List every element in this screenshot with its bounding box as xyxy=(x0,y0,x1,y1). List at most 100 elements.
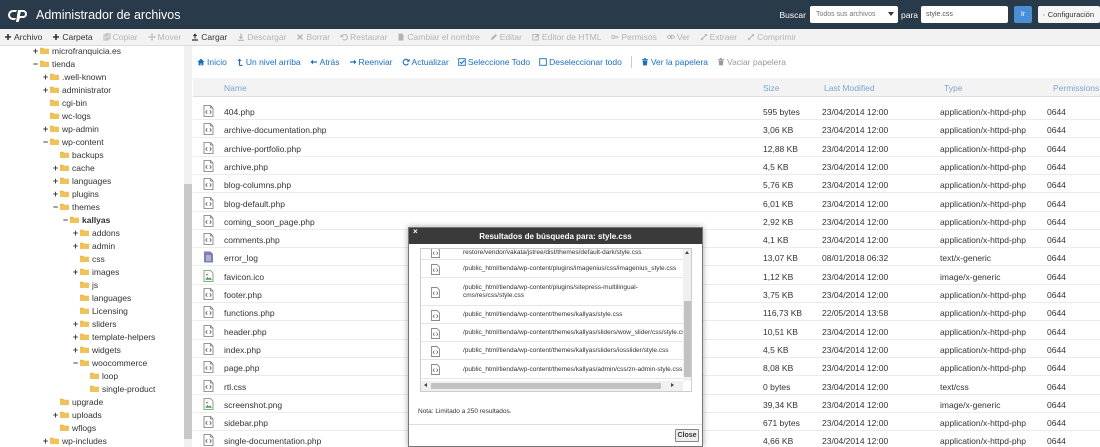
file-row[interactable]: blog-default.php 6,01 KB 23/04/2014 12:00 a… xyxy=(193,194,1100,212)
nav-atras-button[interactable]: Atrás xyxy=(310,57,340,67)
tree-toggle[interactable]: + xyxy=(72,332,79,342)
search-input[interactable] xyxy=(921,6,1008,23)
tree-item-sliders[interactable]: + sliders xyxy=(72,317,117,330)
file-row[interactable]: blog-columns.php 5,76 KB 23/04/2014 12:00 a… xyxy=(193,175,1100,194)
tree-item-tienda[interactable]: − tienda xyxy=(32,57,75,70)
settings-button[interactable]: Configuración xyxy=(1038,6,1100,23)
search-result-item[interactable]: /public_html/tienda/wp-content/plugins/s… xyxy=(421,278,683,306)
toolbar-comprimir-button[interactable]: Comprimir xyxy=(747,32,796,42)
toolbar-editar-button[interactable]: Editar xyxy=(490,32,522,42)
tree-item-wflogs[interactable]: wflogs xyxy=(52,421,96,434)
tree-toggle[interactable]: + xyxy=(52,176,59,186)
tree-toggle[interactable]: − xyxy=(62,215,69,225)
tree-item-wp-content[interactable]: − wp-content xyxy=(42,135,104,148)
toolbar-copiar-button[interactable]: Copiar xyxy=(103,32,138,42)
tree-toggle[interactable]: − xyxy=(72,358,79,368)
toolbar-restaurar-button[interactable]: Restaurar xyxy=(340,32,387,42)
toolbar-editor-de-html-button[interactable]: Editor de HTML xyxy=(532,32,601,42)
tree-toggle[interactable]: + xyxy=(32,46,39,56)
toolbar-carpeta-button[interactable]: Carpeta xyxy=(52,32,93,42)
scroll-left-icon[interactable] xyxy=(424,383,427,387)
tree-toggle[interactable]: + xyxy=(72,319,79,329)
column-name[interactable]: Name xyxy=(224,83,247,93)
tree-item-themes[interactable]: − themes xyxy=(52,200,100,213)
search-result-item[interactable]: restore/vendor/vakata/jstree/dist/themes… xyxy=(421,249,683,260)
nav-actualizar-button[interactable]: Actualizar xyxy=(402,57,449,67)
close-button[interactable]: Close xyxy=(675,429,699,442)
scroll-up-icon[interactable] xyxy=(685,251,689,254)
tree-item-cgi-bin[interactable]: cgi-bin xyxy=(42,96,87,109)
tree-item-js[interactable]: js xyxy=(72,278,98,291)
results-horizontal-scrollbar[interactable] xyxy=(421,381,683,391)
tree-item-upgrade[interactable]: upgrade xyxy=(52,395,103,408)
tree-item-languages[interactable]: + languages xyxy=(52,174,111,187)
toolbar-mover-button[interactable]: Mover xyxy=(148,32,181,42)
scroll-right-icon[interactable] xyxy=(671,383,674,387)
search-result-item[interactable]: /public_html/tienda/wp-content/plugins/i… xyxy=(421,260,683,278)
tree-toggle[interactable]: + xyxy=(42,72,49,82)
tree-toggle[interactable]: + xyxy=(42,124,49,134)
file-row[interactable]: 404.php 595 bytes 23/04/2014 12:00 applicat… xyxy=(193,102,1100,120)
column-type[interactable]: Type xyxy=(944,83,962,93)
nav-reenviar-button[interactable]: Reenviar xyxy=(349,57,393,67)
tree-item-backups[interactable]: backups xyxy=(52,148,104,161)
tree-item-administrator[interactable]: + administrator xyxy=(42,83,111,96)
file-row[interactable]: archive-documentation.php 3,06 KB 23/04/20… xyxy=(193,120,1100,139)
nav-ver-la-papelera-button[interactable]: Ver la papelera xyxy=(641,57,708,67)
tree-item-css[interactable]: css xyxy=(72,252,105,265)
tree-item-single-product[interactable]: single-product xyxy=(82,382,155,395)
nav-inicio-button[interactable]: Inicio xyxy=(197,57,227,67)
tree-toggle[interactable]: + xyxy=(42,436,49,446)
file-row[interactable]: archive-portfolio.php 12,88 KB 23/04/2014 … xyxy=(193,139,1100,157)
close-icon[interactable]: × xyxy=(413,228,418,236)
toolbar-ver-button[interactable]: Ver xyxy=(666,32,690,42)
search-result-item[interactable]: /public_html/tienda/wp-content/themes/ka… xyxy=(421,324,683,342)
results-vertical-scrollbar[interactable] xyxy=(683,249,691,381)
column-last-modified[interactable]: Last Modified xyxy=(824,83,875,93)
search-scope-select[interactable]: Todos sus archivos xyxy=(809,6,898,23)
tree-toggle[interactable]: + xyxy=(72,241,79,251)
tree-item-wc-logs[interactable]: wc-logs xyxy=(42,109,91,122)
toolbar-cargar-button[interactable]: Cargar xyxy=(191,32,227,42)
tree-toggle[interactable]: + xyxy=(52,163,59,173)
tree-item-well-known[interactable]: + .well-known xyxy=(42,70,107,83)
tree-toggle[interactable]: + xyxy=(52,410,59,420)
tree-item-loop[interactable]: loop xyxy=(82,369,118,382)
nav-deseleccionar-todo-button[interactable]: Deseleccionar todo xyxy=(539,57,622,67)
tree-item-woocommerce[interactable]: − woocommerce xyxy=(72,356,147,369)
search-result-item[interactable]: /public_html/tienda/wp-content/themes/ka… xyxy=(421,342,683,360)
search-result-item[interactable]: /public_html/tienda/wp-content/themes/ka… xyxy=(421,360,683,379)
tree-toggle[interactable]: + xyxy=(72,228,79,238)
nav-un-nivel-arriba-button[interactable]: Un nivel arriba xyxy=(236,57,301,67)
tree-item-languages[interactable]: languages xyxy=(72,291,131,304)
search-go-button[interactable]: Ir xyxy=(1014,6,1032,23)
results-hscrollbar-thumb[interactable] xyxy=(431,383,661,389)
tree-item-cache[interactable]: + cache xyxy=(52,161,95,174)
tree-item-kallyas[interactable]: − kallyas xyxy=(62,213,111,226)
tree-toggle[interactable]: − xyxy=(42,137,49,147)
tree-item-widgets[interactable]: + widgets xyxy=(72,343,121,356)
toolbar-permisos-button[interactable]: Permisos xyxy=(611,32,657,42)
nav-seleccione-todo-button[interactable]: Seleccione Todo xyxy=(458,57,530,67)
tree-item-uploads[interactable]: + uploads xyxy=(52,408,102,421)
tree-item-template-helpers[interactable]: + template-helpers xyxy=(72,330,155,343)
toolbar-borrar-button[interactable]: Borrar xyxy=(296,32,330,42)
tree-item-plugins[interactable]: + plugins xyxy=(52,187,99,200)
tree-item-wp-admin[interactable]: + wp-admin xyxy=(42,122,99,135)
toolbar-cambiar-el-nombre-button[interactable]: Cambiar el nombre xyxy=(397,32,480,42)
tree-scrollbar[interactable] xyxy=(184,46,192,447)
file-row[interactable]: archive.php 4,5 KB 23/04/2014 12:00 applica… xyxy=(193,157,1100,175)
tree-toggle[interactable]: − xyxy=(32,59,39,69)
tree-toggle[interactable]: + xyxy=(72,345,79,355)
tree-scrollbar-thumb[interactable] xyxy=(184,184,192,439)
tree-toggle[interactable]: − xyxy=(52,202,59,212)
column-permissions[interactable]: Permissions xyxy=(1053,83,1099,93)
column-size[interactable]: Size xyxy=(763,83,780,93)
search-result-item[interactable]: /public_html/tienda/wp-content/themes/ka… xyxy=(421,306,683,324)
tree-toggle[interactable]: + xyxy=(72,267,79,277)
tree-toggle[interactable]: + xyxy=(42,85,49,95)
toolbar-archivo-button[interactable]: Archivo xyxy=(4,32,42,42)
tree-item-licensing[interactable]: Licensing xyxy=(72,304,128,317)
tree-item-admin[interactable]: + admin xyxy=(72,239,115,252)
tree-item-wp-includes[interactable]: + wp-includes xyxy=(42,434,107,447)
